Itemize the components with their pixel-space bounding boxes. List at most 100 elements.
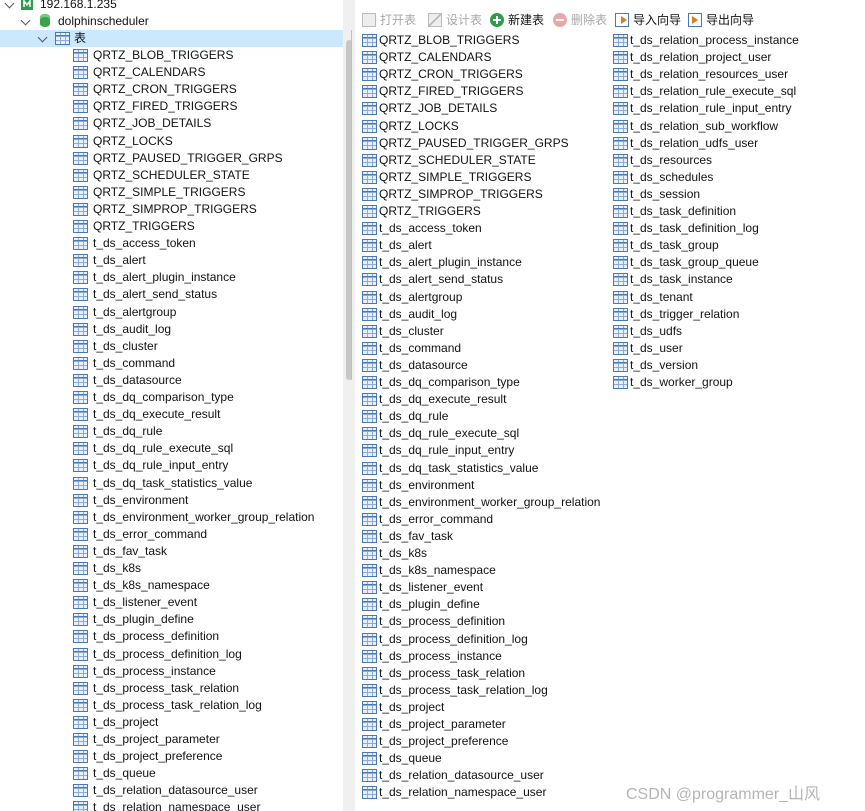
table-name-label: t_ds_listener_event — [93, 595, 198, 610]
table-icon — [362, 102, 377, 116]
chevron-down-icon[interactable] — [20, 15, 31, 26]
table-icon — [73, 613, 88, 627]
table-icon — [362, 547, 377, 560]
table-name-label: QRTZ_TRIGGERS — [379, 204, 481, 218]
table-name-label: t_ds_version — [630, 357, 699, 372]
table-name-label: QRTZ_FIRED_TRIGGERS — [379, 84, 524, 99]
table-name-label: t_ds_datasource — [93, 372, 182, 387]
table-name-label: t_ds_plugin_define — [93, 612, 194, 627]
table-name-label: QRTZ_CALENDARS — [379, 50, 492, 65]
table-name-label: t_ds_process_definition — [379, 614, 506, 629]
table-icon — [362, 410, 377, 424]
table-icon — [73, 305, 88, 319]
table-name-label: t_ds_session — [630, 186, 701, 201]
table-icon — [73, 100, 88, 114]
table-name-label: t_ds_process_instance — [379, 648, 502, 663]
table-name-label: t_ds_relation_project_user — [630, 50, 772, 65]
table-name-label: t_ds_task_group_queue — [630, 255, 759, 270]
table-icon — [73, 647, 88, 661]
table-icon — [362, 136, 377, 150]
table-name-label: t_ds_queue — [93, 766, 156, 781]
table-name-label: t_ds_environment — [93, 492, 189, 507]
tree-node-label: 192.168.1.235 — [40, 0, 117, 11]
table-icon — [362, 615, 377, 629]
table-name-label: t_ds_dq_rule_execute_sql — [379, 426, 520, 441]
table-name-label: t_ds_relation_udfs_user — [630, 135, 759, 150]
table-icon — [613, 170, 628, 184]
table-icon — [73, 442, 88, 456]
table-name-label: t_ds_k8s — [379, 546, 428, 560]
table-icon — [362, 769, 377, 783]
table-icon — [73, 49, 88, 62]
table-name-label: t_ds_resources — [630, 152, 713, 167]
table-name-label: t_ds_task_definition_log — [630, 221, 759, 236]
table-icon — [362, 187, 377, 201]
chevron-down-icon[interactable] — [37, 32, 48, 43]
table-name-label: QRTZ_CALENDARS — [93, 65, 206, 80]
table-icon — [362, 700, 377, 714]
minus-icon — [553, 13, 567, 27]
table-icon — [73, 784, 88, 798]
table-icon — [613, 324, 628, 338]
table-name-label: QRTZ_FIRED_TRIGGERS — [93, 99, 238, 114]
table-icon — [73, 373, 88, 387]
table-name-label: t_ds_dq_rule — [379, 409, 449, 424]
table-icon — [613, 153, 628, 167]
table-icon — [362, 307, 377, 321]
table-icon — [613, 256, 628, 270]
table-icon — [73, 630, 88, 644]
tree-node-tables-category[interactable]: 表 — [0, 30, 343, 47]
tree-scrollbar[interactable] — [343, 0, 355, 811]
table-name-label: t_ds_environment — [379, 477, 475, 492]
table-icon — [362, 393, 377, 407]
tree-node-connection[interactable]: 192.168.1.235 — [0, 0, 343, 13]
table-icon — [362, 290, 377, 304]
table-icon — [73, 579, 88, 593]
table-name-label: t_ds_fav_task — [93, 543, 168, 558]
table-icon — [362, 649, 377, 663]
table-name-label: t_ds_alert_plugin_instance — [379, 255, 522, 270]
table-name-label: t_ds_k8s_namespace — [379, 563, 496, 578]
table-icon — [362, 735, 377, 749]
table-name-label: t_ds_project_parameter — [379, 717, 506, 731]
table-icon — [73, 288, 88, 302]
table-icon — [613, 307, 628, 321]
table-name-label: t_ds_command — [93, 355, 176, 370]
table-icon — [73, 750, 88, 764]
table-name-label: t_ds_schedules — [630, 169, 714, 184]
table-icon — [73, 339, 88, 353]
table-icon — [73, 168, 88, 182]
table-name-label: t_ds_listener_event — [379, 580, 484, 595]
table-icon — [73, 459, 88, 473]
table-icon — [362, 341, 377, 355]
table-name-label: QRTZ_PAUSED_TRIGGER_GRPS — [379, 135, 569, 150]
table-icon — [73, 733, 88, 746]
import-icon — [615, 13, 629, 27]
table-icon — [362, 529, 377, 543]
chevron-down-icon[interactable] — [4, 0, 15, 9]
table-icon — [73, 664, 88, 678]
table-icon — [73, 715, 88, 729]
table-name-label: t_ds_process_task_relation_log — [379, 682, 548, 697]
table-name-label: t_ds_process_definition — [93, 629, 220, 644]
table-icon — [73, 322, 88, 336]
table-name-label: t_ds_dq_execute_result — [93, 407, 221, 422]
table-name-label: t_ds_trigger_relation — [630, 306, 740, 321]
table-icon — [613, 34, 628, 47]
table-icon — [362, 256, 377, 270]
table-icon — [73, 476, 88, 490]
table-icon — [73, 391, 88, 404]
table-name-label: t_ds_relation_rule_input_entry — [630, 101, 792, 116]
tree-node-label: dolphinscheduler — [58, 14, 149, 28]
tree-node-database[interactable]: dolphinscheduler — [0, 13, 343, 30]
table-name-label: QRTZ_PAUSED_TRIGGER_GRPS — [93, 150, 283, 165]
table-name-label: t_ds_dq_rule_input_entry — [379, 443, 515, 458]
table-name-label: t_ds_alert_send_status — [379, 272, 504, 287]
table-name-label: t_ds_process_definition_log — [93, 646, 242, 661]
table-name-label: QRTZ_BLOB_TRIGGERS — [93, 48, 234, 62]
table-icon — [613, 136, 628, 150]
table-name-label: t_ds_dq_rule_input_entry — [93, 458, 229, 473]
table-name-label: t_ds_queue — [379, 751, 442, 766]
table-name-label: t_ds_alertgroup — [379, 289, 463, 304]
table-icon — [73, 425, 88, 439]
